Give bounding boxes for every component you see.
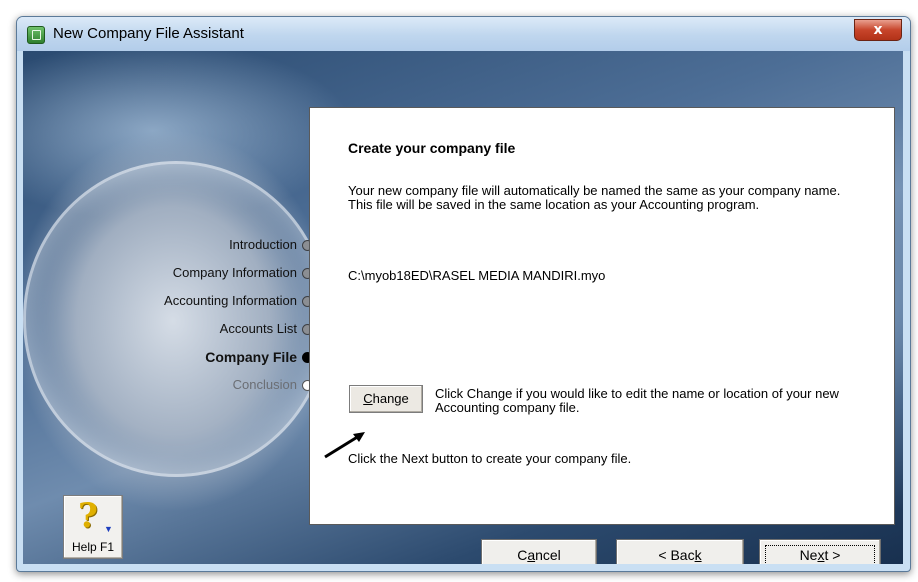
close-button[interactable]: x [854,19,902,41]
company-file-path: C:\myob18ED\RASEL MEDIA MANDIRI.myo [348,268,606,283]
wizard-body: Introduction Company Information Account… [23,51,903,564]
back-button[interactable]: < Back [616,539,744,564]
next-label: Ne [799,547,818,563]
panel-heading: Create your company file [348,140,516,156]
step-accounting-information: Accounting Information [123,287,315,315]
step-accounts-list: Accounts List [123,315,315,343]
step-introduction: Introduction [123,231,315,259]
back-label: < Bac [658,547,695,563]
step-conclusion: Conclusion [123,371,315,399]
help-button-label: Help F1 [71,540,115,554]
title-bar: New Company File Assistant x [17,17,910,51]
step-label: Company Information [172,265,297,280]
change-button[interactable]: Change [349,385,423,413]
dropdown-caret-icon: ▼ [104,524,113,534]
wizard-steps: Introduction Company Information Account… [123,231,315,399]
step-label: Conclusion [232,377,297,392]
annotation-arrow-icon [324,432,365,459]
app-window: New Company File Assistant x Introductio… [16,16,911,572]
step-label: Introduction [229,237,297,252]
step-label: Accounts List [219,321,297,336]
cancel-label: C [517,547,528,563]
cancel-button[interactable]: Cancel [481,539,597,564]
help-button[interactable]: ? ▼ Help F1 [63,495,123,559]
step-label: Company File [205,349,297,365]
step-company-information: Company Information [123,259,315,287]
change-button-text-rest: hange [372,391,409,406]
change-hint-text: Click Change if you would like to edit t… [435,386,839,415]
cancel-label-accel: a [527,547,536,563]
step-label: Accounting Information [164,293,297,308]
next-label-accel: x [817,547,825,563]
step-company-file: Company File [123,343,315,371]
next-button[interactable]: Next > [759,539,881,564]
next-hint-text: Click the Next button to create your com… [348,451,632,466]
change-button-accel: C [363,391,373,406]
back-label-accel: k [694,547,702,563]
cancel-label-rest: ncel [535,547,561,563]
content-panel: Create your company file Your new compan… [309,107,895,525]
window-title: New Company File Assistant [53,25,244,42]
panel-description: Your new company file will automatically… [348,183,841,212]
next-label-rest: t > [824,547,841,563]
app-icon [27,26,45,44]
question-mark-icon: ? [78,496,98,536]
